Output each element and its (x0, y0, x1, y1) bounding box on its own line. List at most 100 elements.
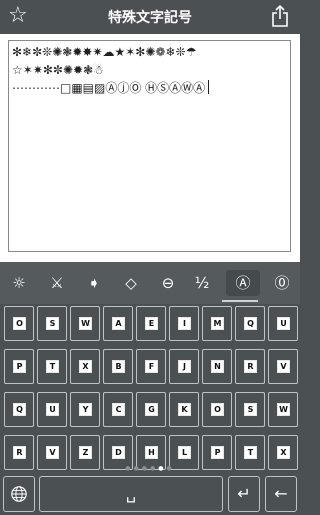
active-tab-indicator (222, 300, 258, 302)
boxed-letter-glyph: Y (79, 403, 92, 416)
boxed-letter-glyph: P (13, 360, 26, 373)
boxed-letter-glyph: I (178, 317, 191, 330)
symbol-key[interactable]: K (169, 392, 199, 427)
symbol-key[interactable]: X (268, 435, 298, 470)
boxed-letter-glyph: N (211, 360, 224, 373)
page-dot: ● (166, 465, 175, 472)
boxed-letter-glyph: F (145, 360, 158, 373)
backspace-key[interactable]: ← (265, 476, 297, 512)
text-editor[interactable]: ✻❄✼❊✺❃✹✸✷☁★✶✻✺❁❄❊☂ ☆✶✷✻✼✺✹❃☃ ⋯⋯⋯⋯□▦▤▨ⒶⓙⓄ… (8, 40, 291, 252)
symbol-key[interactable]: E (136, 306, 166, 341)
symbol-key[interactable]: R (235, 349, 265, 384)
tab-swords[interactable]: ⚔ (40, 270, 74, 296)
boxed-letter-glyph: L (178, 446, 191, 459)
symbol-key[interactable]: U (268, 306, 298, 341)
boxed-letter-glyph: J (178, 360, 191, 373)
symbol-key[interactable]: V (37, 435, 67, 470)
boxed-letter-glyph: D (112, 446, 125, 459)
symbol-key[interactable]: O (202, 392, 232, 427)
page-title: 特殊文字記号 (108, 10, 192, 26)
boxed-letter-glyph: S (244, 403, 257, 416)
boxed-letter-glyph: M (211, 317, 224, 330)
symbol-key[interactable]: O (4, 306, 34, 341)
symbol-key[interactable]: I (169, 306, 199, 341)
symbol-key[interactable]: U (37, 392, 67, 427)
symbol-category-bar: ☼ ⚔ ➧ ◇ ⊖ ½ Ⓐ ⓪ (0, 262, 300, 304)
boxed-letter-glyph: R (13, 446, 26, 459)
editor-area: ✻❄✼❊✺❃✹✸✷☁★✶✻✺❁❄❊☂ ☆✶✷✻✼✺✹❃☃ ⋯⋯⋯⋯□▦▤▨ⒶⓙⓄ… (0, 34, 300, 262)
boxed-letter-glyph: U (277, 317, 290, 330)
boxed-letter-glyph: Q (244, 317, 257, 330)
boxed-letter-glyph: B (112, 360, 125, 373)
symbol-key[interactable]: X (70, 349, 100, 384)
symbol-key[interactable]: S (235, 392, 265, 427)
tab-diamond[interactable]: ◇ (114, 270, 148, 296)
tab-sun[interactable]: ☼ (2, 270, 36, 296)
boxed-letter-glyph: Z (79, 446, 92, 459)
symbol-key[interactable]: N (202, 349, 232, 384)
symbol-key[interactable]: R (4, 435, 34, 470)
tab-circled-letters[interactable]: Ⓐ (226, 270, 260, 296)
boxed-letter-glyph: A (112, 317, 125, 330)
page-dot: ● (150, 465, 159, 472)
boxed-letter-glyph: X (277, 446, 290, 459)
symbol-key[interactable]: W (70, 306, 100, 341)
tab-arrow[interactable]: ➧ (77, 270, 111, 296)
tab-fraction[interactable]: ½ (185, 270, 219, 296)
keyboard-bottom-row: ␣ ↵ ← (0, 474, 300, 514)
symbol-key[interactable]: Q (235, 306, 265, 341)
tab-circled-number[interactable]: ⓪ (265, 270, 299, 296)
boxed-letter-glyph: O (211, 403, 224, 416)
boxed-letter-glyph: W (277, 403, 290, 416)
return-key[interactable]: ↵ (228, 476, 260, 512)
page-indicator: ●●●●●● (0, 466, 300, 472)
boxed-letter-glyph: E (145, 317, 158, 330)
boxed-letter-glyph: V (277, 360, 290, 373)
text-cursor (208, 80, 210, 94)
symbol-key[interactable]: B (103, 349, 133, 384)
symbol-key[interactable]: A (103, 306, 133, 341)
symbol-key[interactable]: J (169, 349, 199, 384)
tab-circle-minus[interactable]: ⊖ (151, 270, 185, 296)
share-icon[interactable] (270, 5, 290, 27)
symbol-key[interactable]: M (202, 306, 232, 341)
boxed-letter-glyph: S (46, 317, 59, 330)
symbol-key[interactable]: Q (4, 392, 34, 427)
boxed-letter-glyph: W (79, 317, 92, 330)
symbol-key[interactable]: F (136, 349, 166, 384)
symbol-key[interactable]: P (4, 349, 34, 384)
editor-text: ✻❄✼❊✺❃✹✸✷☁★✶✻✺❁❄❊☂ ☆✶✷✻✼✺✹❃☃ ⋯⋯⋯⋯□▦▤▨ⒶⓙⓄ… (12, 45, 206, 95)
boxed-letter-glyph: O (13, 317, 26, 330)
page-dot: ● (133, 465, 142, 472)
boxed-letter-glyph: Q (13, 403, 26, 416)
boxed-letter-glyph: G (145, 403, 158, 416)
symbol-key[interactable]: Y (70, 392, 100, 427)
symbol-key[interactable]: Z (70, 435, 100, 470)
page-dot: ● (158, 465, 167, 472)
navigation-bar: ☆ 特殊文字記号 (0, 0, 300, 34)
globe-icon (11, 486, 27, 502)
symbol-keyboard: O S W A E I M Q U P T X B F J N R V Q U Y C G K O S W R V Z D H L P T X (0, 304, 300, 472)
boxed-letter-glyph: U (46, 403, 59, 416)
symbol-key[interactable]: V (268, 349, 298, 384)
boxed-letter-glyph: P (211, 446, 224, 459)
boxed-letter-glyph: T (46, 360, 59, 373)
globe-key[interactable] (3, 476, 35, 512)
boxed-letter-glyph: R (244, 360, 257, 373)
boxed-letter-glyph: C (112, 403, 125, 416)
symbol-key[interactable]: T (235, 435, 265, 470)
boxed-letter-glyph: K (178, 403, 191, 416)
symbol-key[interactable]: G (136, 392, 166, 427)
symbol-key[interactable]: P (202, 435, 232, 470)
page-dot: ● (141, 465, 150, 472)
boxed-letter-glyph: T (244, 446, 257, 459)
boxed-letter-glyph: X (79, 360, 92, 373)
symbol-key[interactable]: S (37, 306, 67, 341)
space-key[interactable]: ␣ (39, 476, 223, 512)
symbol-key[interactable]: T (37, 349, 67, 384)
boxed-letter-glyph: V (46, 446, 59, 459)
page-dot: ● (125, 465, 134, 472)
boxed-letter-glyph: H (145, 446, 158, 459)
symbol-key[interactable]: W (268, 392, 298, 427)
symbol-key[interactable]: C (103, 392, 133, 427)
